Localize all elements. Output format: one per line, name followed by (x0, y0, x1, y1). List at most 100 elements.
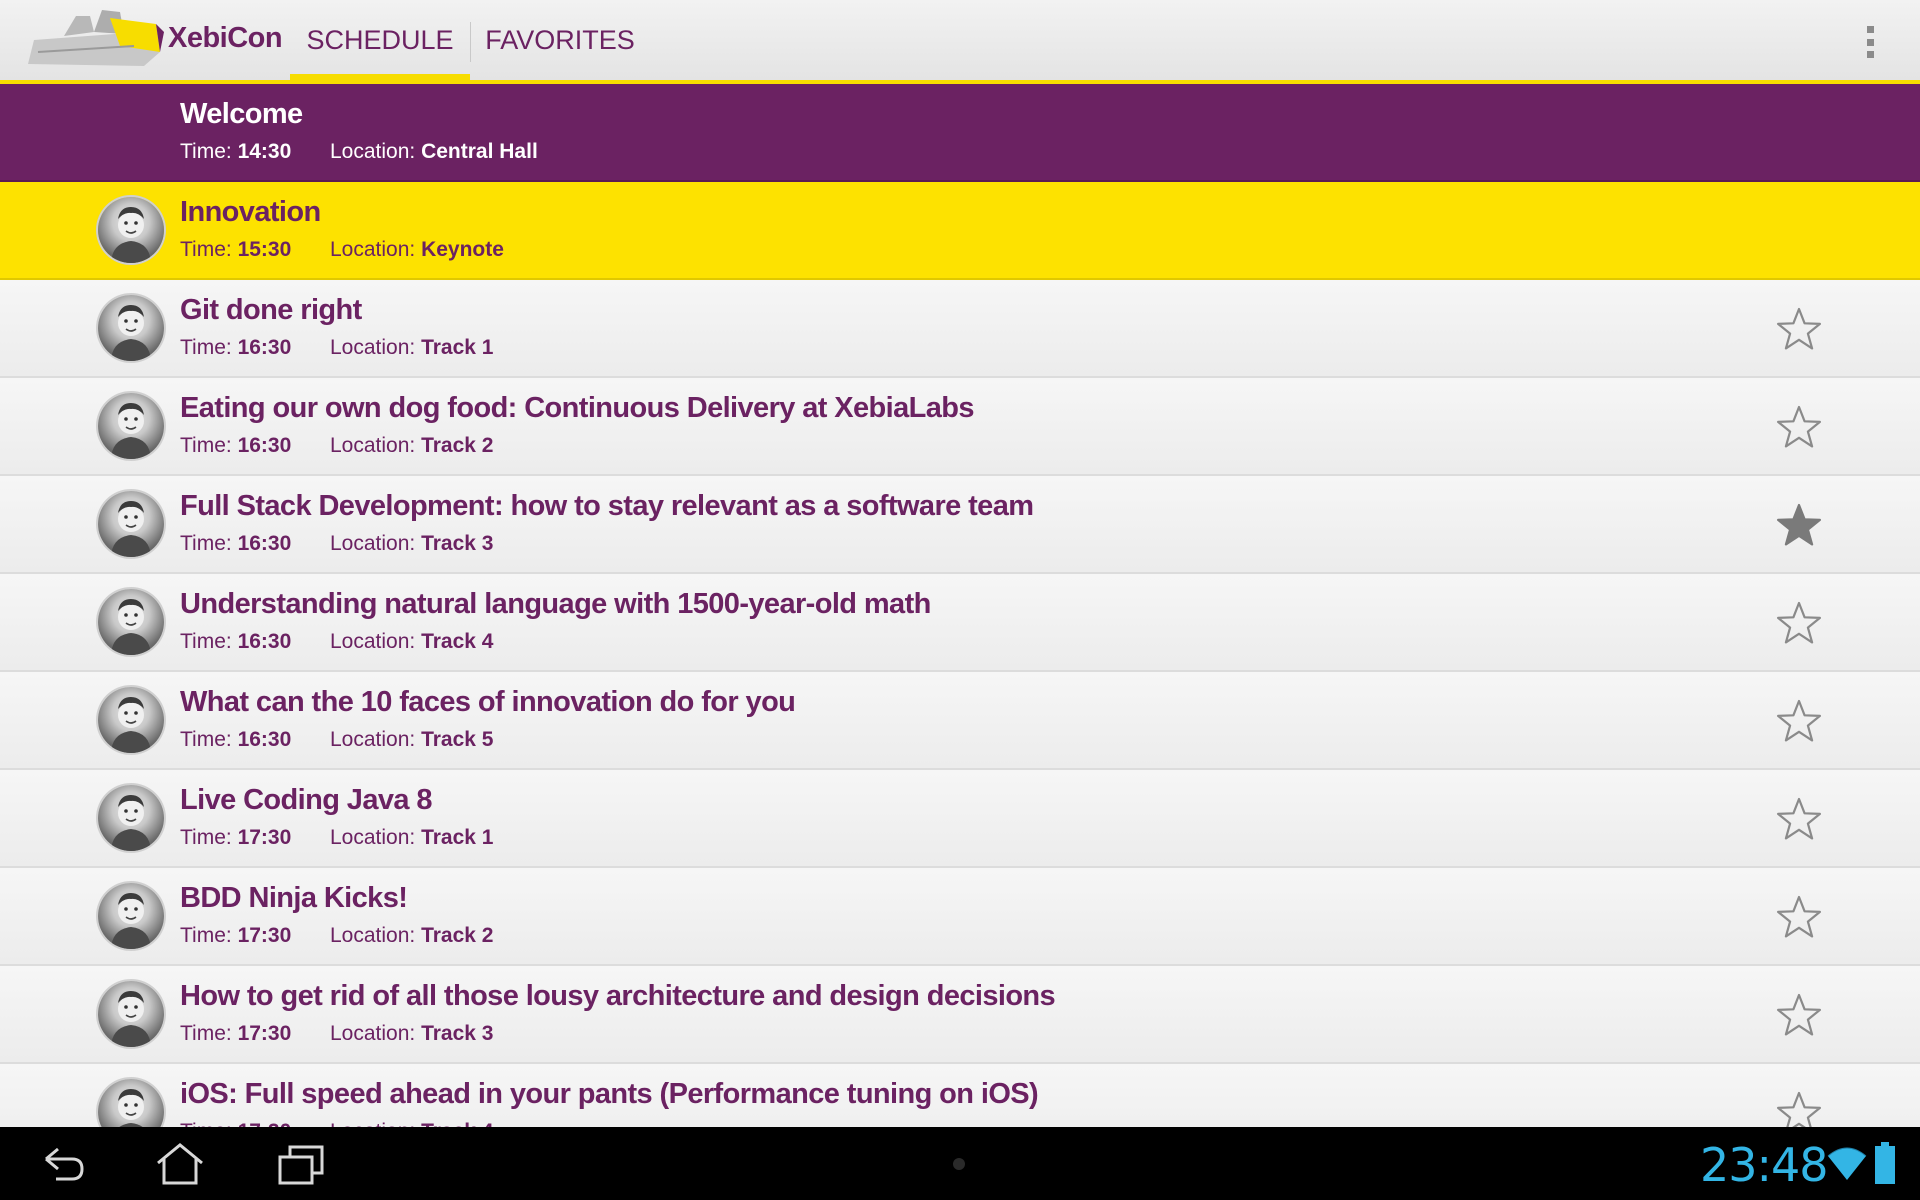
session-location: Track 4 (421, 630, 494, 653)
time-label: Time: (180, 434, 232, 457)
favorite-star-icon[interactable] (1776, 306, 1822, 352)
session-location: Track 5 (421, 728, 494, 751)
session-time: 17:30 (237, 1022, 292, 1045)
session-time: 17:30 (237, 924, 292, 947)
favorite-star-icon[interactable] (1776, 894, 1822, 940)
location-label: Location: (330, 140, 416, 163)
speaker-avatar (98, 589, 164, 655)
session-title: iOS: Full speed ahead in your pants (Per… (180, 1078, 1039, 1110)
session-location: Track 4 (421, 1120, 493, 1127)
time-label: Time: (180, 1120, 232, 1127)
session-row[interactable]: Understanding natural language with 1500… (0, 574, 1920, 672)
time-label: Time: (180, 630, 232, 653)
session-row[interactable]: iOS: Full speed ahead in your pants (Per… (0, 1064, 1920, 1127)
time-label: Time: (180, 826, 232, 849)
wifi-icon (1827, 1147, 1867, 1180)
session-meta: Time: 16:30 Location: Track 1 (180, 336, 493, 360)
location-label: Location: (330, 1120, 415, 1127)
session-title: Innovation (180, 196, 321, 228)
speaker-avatar (98, 491, 164, 557)
session-time: 15:30 (237, 238, 292, 261)
location-label: Location: (330, 630, 416, 653)
status-clock: 23:48 (1700, 1138, 1829, 1192)
session-location: Track 1 (421, 336, 494, 359)
tab-schedule[interactable]: SCHEDULE (290, 0, 470, 80)
session-time: 14:30 (237, 140, 292, 163)
session-row[interactable]: How to get rid of all those lousy archit… (0, 966, 1920, 1064)
session-meta: Time: 17:30 Location: Track 2 (180, 924, 493, 948)
session-row[interactable]: Innovation Time: 15:30 Location: Keynote (0, 182, 1920, 280)
speaker-avatar (98, 981, 164, 1047)
favorite-star-icon[interactable] (1776, 992, 1822, 1038)
back-icon[interactable] (34, 1141, 90, 1187)
session-row[interactable]: Live Coding Java 8 Time: 17:30 Location: T… (0, 770, 1920, 868)
favorite-star-icon[interactable] (1776, 600, 1822, 646)
session-time: 16:30 (237, 630, 292, 653)
session-title: Eating our own dog food: Continuous Deli… (180, 392, 975, 424)
location-label: Location: (330, 728, 416, 751)
recent-apps-icon[interactable] (274, 1141, 330, 1187)
nav-indicator-dot (953, 1158, 965, 1170)
speaker-avatar (98, 883, 164, 949)
location-label: Location: (330, 1022, 416, 1045)
session-title: Full Stack Development: how to stay rele… (180, 490, 1034, 522)
session-row[interactable]: Eating our own dog food: Continuous Deli… (0, 378, 1920, 476)
session-title: Welcome (180, 98, 303, 130)
session-meta: Time: 16:30 Location: Track 2 (180, 434, 493, 458)
time-label: Time: (180, 728, 232, 751)
session-location: Track 3 (421, 532, 494, 555)
session-meta: Time: 14:30 Location: Central Hall (180, 140, 538, 164)
session-title: Git done right (180, 294, 362, 326)
favorite-star-icon[interactable] (1776, 404, 1822, 450)
speaker-avatar (98, 785, 164, 851)
time-label: Time: (180, 1022, 232, 1045)
session-title: How to get rid of all those lousy archit… (180, 980, 1056, 1012)
session-meta: Time: 17:30 Location: Track 4 (180, 1120, 493, 1127)
home-icon[interactable] (152, 1141, 208, 1187)
session-row[interactable]: BDD Ninja Kicks! Time: 17:30 Location: Tra… (0, 868, 1920, 966)
session-meta: Time: 16:30 Location: Track 3 (180, 532, 493, 556)
session-location: Keynote (421, 238, 504, 261)
app-title: XebiCon (168, 22, 283, 54)
speaker-avatar (98, 393, 164, 459)
location-label: Location: (330, 924, 416, 947)
location-label: Location: (330, 336, 416, 359)
tab-favorites-label: FAVORITES (485, 24, 635, 55)
overflow-menu-icon[interactable] (1856, 22, 1884, 62)
speaker-avatar (98, 687, 164, 753)
tab-favorites[interactable]: FAVORITES (470, 0, 650, 80)
session-title: What can the 10 faces of innovation do f… (180, 686, 796, 718)
session-meta: Time: 16:30 Location: Track 5 (180, 728, 493, 752)
session-time: 16:30 (237, 728, 292, 751)
session-row[interactable]: Git done right Time: 16:30 Location: Track… (0, 280, 1920, 378)
favorite-star-icon[interactable] (1776, 698, 1822, 744)
session-meta: Time: 17:30 Location: Track 3 (180, 1022, 493, 1046)
favorite-star-icon[interactable] (1776, 1090, 1822, 1127)
session-row[interactable]: Full Stack Development: how to stay rele… (0, 476, 1920, 574)
session-meta: Time: 15:30 Location: Keynote (180, 238, 504, 262)
speaker-avatar (98, 295, 164, 361)
session-location: Track 2 (421, 924, 494, 947)
session-location: Central Hall (421, 140, 538, 163)
speaker-avatar (98, 1079, 164, 1127)
tab-schedule-label: SCHEDULE (306, 24, 454, 55)
session-row[interactable]: What can the 10 faces of innovation do f… (0, 672, 1920, 770)
battery-icon (1875, 1142, 1895, 1184)
time-label: Time: (180, 532, 232, 555)
session-row[interactable]: Welcome Time: 14:30 Location: Central Hall (0, 84, 1920, 182)
session-time: 16:30 (237, 434, 292, 457)
location-label: Location: (330, 532, 416, 555)
session-time: 16:30 (237, 336, 292, 359)
session-location: Track 3 (421, 1022, 494, 1045)
session-time: 16:30 (237, 532, 292, 555)
location-label: Location: (330, 238, 416, 261)
session-location: Track 1 (421, 826, 494, 849)
session-meta: Time: 16:30 Location: Track 4 (180, 630, 493, 654)
session-list[interactable]: Welcome Time: 14:30 Location: Central Hall… (0, 84, 1920, 1127)
location-label: Location: (330, 826, 416, 849)
action-bar: XebiCon SCHEDULE FAVORITES (0, 0, 1920, 82)
favorite-star-filled-icon[interactable] (1776, 502, 1822, 548)
favorite-star-icon[interactable] (1776, 796, 1822, 842)
speaker-avatar (98, 197, 164, 263)
session-location: Track 2 (421, 434, 494, 457)
